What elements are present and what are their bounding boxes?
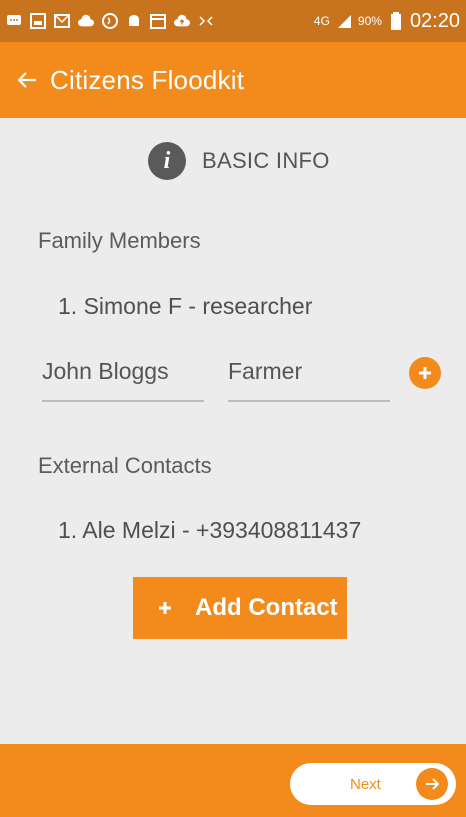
next-button[interactable]: Next bbox=[290, 763, 456, 805]
section-title: BASIC INFO bbox=[202, 148, 330, 173]
member-role-input[interactable] bbox=[228, 358, 390, 393]
add-contact-label: Add Contact bbox=[195, 594, 338, 621]
status-bar: 4G 90% 02:20 bbox=[0, 0, 466, 42]
plus-icon bbox=[155, 598, 175, 618]
notification-icons bbox=[6, 13, 314, 29]
add-contact-button[interactable]: Add Contact bbox=[133, 577, 347, 639]
cloud-upload-icon bbox=[174, 13, 190, 29]
contact-item: 1. Ale Melzi - +393408811437 bbox=[58, 517, 362, 543]
shazam-icon bbox=[102, 13, 118, 29]
add-member-button[interactable] bbox=[409, 357, 441, 389]
member-role-field[interactable] bbox=[228, 358, 390, 402]
member-name-field[interactable] bbox=[42, 358, 204, 402]
image-icon bbox=[30, 13, 46, 29]
family-member-item: 1. Simone F - researcher bbox=[58, 293, 313, 319]
cloud-check-icon bbox=[78, 13, 94, 29]
vibrate-icon bbox=[198, 13, 214, 29]
signal-icon bbox=[336, 13, 352, 29]
plus-icon bbox=[419, 367, 431, 379]
section-header: i BASIC INFO bbox=[148, 142, 330, 180]
external-contacts-label: External Contacts bbox=[38, 453, 212, 478]
arrow-right-circle-icon bbox=[416, 768, 448, 800]
chat-icon bbox=[6, 13, 22, 29]
member-name-input[interactable] bbox=[42, 358, 204, 393]
calendar-icon bbox=[150, 13, 166, 29]
battery-percent: 90% bbox=[357, 14, 382, 28]
next-label: Next bbox=[350, 775, 381, 793]
info-icon: i bbox=[148, 142, 186, 180]
back-arrow-icon[interactable] bbox=[14, 67, 40, 93]
android-icon bbox=[126, 13, 142, 29]
family-members-label: Family Members bbox=[38, 228, 201, 253]
battery-icon bbox=[388, 12, 404, 30]
app-bar: Citizens Floodkit bbox=[0, 42, 466, 118]
mail-icon bbox=[54, 13, 70, 29]
clock: 02:20 bbox=[409, 9, 460, 32]
network-type: 4G bbox=[313, 14, 330, 28]
app-title: Citizens Floodkit bbox=[50, 64, 245, 95]
